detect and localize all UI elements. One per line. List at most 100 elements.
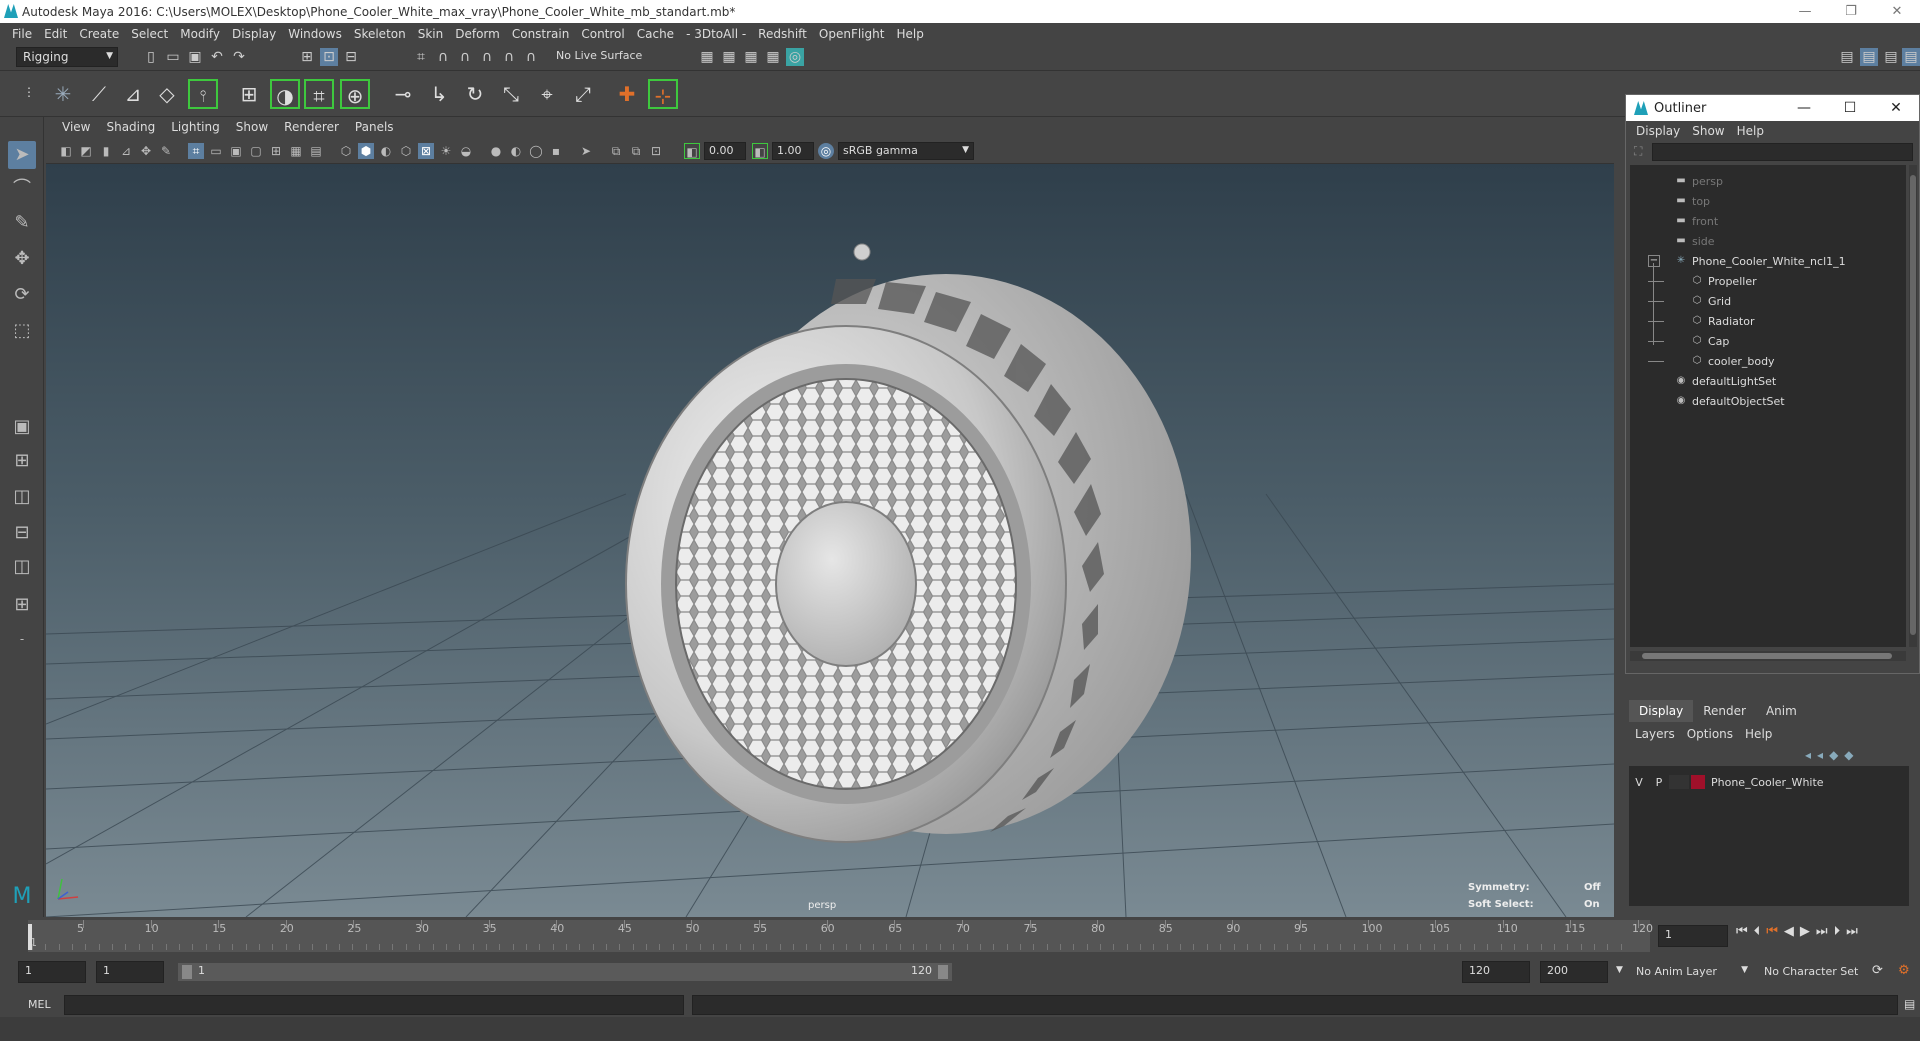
- color-management-icon[interactable]: ◎: [818, 143, 834, 159]
- restore-button[interactable]: ❐: [1828, 0, 1874, 23]
- animation-end-field[interactable]: 200: [1540, 961, 1608, 983]
- snap-grid-icon[interactable]: ⌗: [412, 48, 430, 66]
- menu-display[interactable]: Display: [226, 27, 282, 41]
- two-d-pan-icon[interactable]: ✥: [138, 143, 154, 159]
- bind-skin-icon[interactable]: ◑: [270, 79, 300, 109]
- ipr-render-icon[interactable]: ▦: [742, 48, 760, 66]
- minimize-button[interactable]: —: [1782, 0, 1828, 23]
- outliner-tree[interactable]: ▬ persp ▬ top ▬ front ▬ side − ✳ Phone_Cooler_Whit…: [1630, 165, 1906, 647]
- go-to-start-icon[interactable]: ⏮: [1736, 924, 1748, 939]
- outliner-item[interactable]: ▬ side: [1674, 231, 1714, 251]
- hypershade-layout-icon[interactable]: ◫: [8, 553, 36, 581]
- outliner-close-button[interactable]: ✕: [1873, 95, 1919, 121]
- script-editor-icon[interactable]: ▤: [1904, 997, 1915, 1011]
- mirror-joint-icon[interactable]: ⫯: [188, 79, 218, 109]
- snap-point-icon[interactable]: ∩: [456, 48, 474, 66]
- camera-attributes-icon[interactable]: ◩: [78, 143, 94, 159]
- image-plane-icon[interactable]: ⊿: [118, 143, 134, 159]
- play-forwards-icon[interactable]: ▶: [1800, 924, 1810, 939]
- close-button[interactable]: ✕: [1874, 0, 1920, 23]
- cluster-icon[interactable]: ⊕: [340, 79, 370, 109]
- outliner-minimize-button[interactable]: —: [1781, 95, 1827, 121]
- panel-menu-shading[interactable]: Shading: [98, 120, 163, 134]
- layer-color-swatch[interactable]: [1691, 775, 1705, 789]
- open-scene-icon[interactable]: ▭: [164, 48, 182, 66]
- outliner-item[interactable]: ⬡ Propeller: [1648, 271, 1757, 291]
- lasso-tool-icon[interactable]: ⌒: [8, 175, 36, 203]
- persp-graph-layout-icon[interactable]: ⊟: [8, 519, 36, 547]
- grease-pencil-icon[interactable]: ✎: [158, 143, 174, 159]
- orient-joint-icon[interactable]: ⊞: [234, 79, 264, 109]
- new-layer-icon[interactable]: ◆: [1829, 748, 1838, 762]
- outliner-menu-display[interactable]: Display: [1630, 124, 1686, 138]
- rotate-tool-icon[interactable]: ⟳: [8, 281, 36, 309]
- tool-settings-toggle-icon[interactable]: ▤: [1882, 48, 1900, 66]
- outliner-item[interactable]: − ✳ Phone_Cooler_White_ncl1_1: [1648, 251, 1846, 271]
- default-material-icon[interactable]: ◐: [378, 143, 394, 159]
- scale-tool-icon[interactable]: ⬚: [8, 317, 36, 345]
- hypershade-icon[interactable]: ◎: [786, 48, 804, 66]
- outliner-menu-show[interactable]: Show: [1686, 124, 1730, 138]
- outliner-item[interactable]: ◉ defaultObjectSet: [1674, 391, 1785, 411]
- panel-menu-view[interactable]: View: [54, 120, 98, 134]
- range-start-handle[interactable]: [182, 965, 192, 979]
- quick-rig-icon[interactable]: ⊹: [648, 79, 678, 109]
- textured-icon[interactable]: ⊠: [418, 143, 434, 159]
- play-backwards-icon[interactable]: ◀: [1784, 924, 1794, 939]
- shadows-icon[interactable]: ◒: [458, 143, 474, 159]
- outliner-item[interactable]: ⬡ Radiator: [1648, 311, 1755, 331]
- perspective-viewport[interactable]: persp Symmetry: Off Soft Select: On: [46, 164, 1614, 917]
- outliner-item[interactable]: ⬡ Cap: [1648, 331, 1729, 351]
- menu-redshift[interactable]: Redshift: [752, 27, 813, 41]
- current-frame-field[interactable]: 1: [1658, 925, 1728, 947]
- channel-box-toggle-icon[interactable]: ▤: [1902, 48, 1920, 66]
- select-hierarchy-icon[interactable]: ⊞: [298, 48, 316, 66]
- tab-anim[interactable]: Anim: [1756, 700, 1807, 722]
- safe-action-icon[interactable]: ▦: [288, 143, 304, 159]
- lattice-icon[interactable]: ⌗: [304, 79, 334, 109]
- select-camera-icon[interactable]: ◧: [58, 143, 74, 159]
- live-surface-label[interactable]: No Live Surface: [556, 49, 642, 62]
- layer-name[interactable]: Phone_Cooler_White: [1711, 776, 1824, 789]
- render-settings-icon[interactable]: ▦: [764, 48, 782, 66]
- current-time-indicator[interactable]: [28, 924, 32, 950]
- multisample-aa-icon[interactable]: ◯: [528, 143, 544, 159]
- custom-layout-icon[interactable]: ⊞: [8, 591, 36, 619]
- panel-menu-lighting[interactable]: Lighting: [163, 120, 228, 134]
- use-all-lights-icon[interactable]: ☀: [438, 143, 454, 159]
- outliner-maximize-button[interactable]: ☐: [1827, 95, 1873, 121]
- panel-menu-panels[interactable]: Panels: [347, 120, 402, 134]
- gamma-field[interactable]: 1.00: [772, 142, 814, 160]
- field-chart-icon[interactable]: ⊞: [268, 143, 284, 159]
- move-tool-icon[interactable]: ✥: [8, 245, 36, 273]
- range-slider[interactable]: 1 120: [178, 963, 952, 981]
- snap-live-icon[interactable]: ∩: [522, 48, 540, 66]
- filter-icon[interactable]: ⛶: [1634, 144, 1642, 159]
- render-current-icon[interactable]: ▦: [720, 48, 738, 66]
- select-component-icon[interactable]: ⊟: [342, 48, 360, 66]
- bookmark-icon[interactable]: ▮: [98, 143, 114, 159]
- menu-modify[interactable]: Modify: [174, 27, 226, 41]
- ik-handle-icon[interactable]: ⟋: [84, 79, 114, 109]
- menu-set-dropdown[interactable]: Rigging ▼: [16, 47, 118, 67]
- step-forward-key-icon[interactable]: ⏭: [1816, 924, 1828, 939]
- grid-toggle-icon[interactable]: ⌗: [188, 143, 204, 159]
- menu-create[interactable]: Create: [73, 27, 125, 41]
- exposure-field[interactable]: 0.00: [704, 142, 746, 160]
- outliner-item[interactable]: ⬡ Grid: [1648, 291, 1731, 311]
- attribute-editor-toggle-icon[interactable]: ▤: [1860, 48, 1878, 66]
- menu-skeleton[interactable]: Skeleton: [348, 27, 412, 41]
- menu-windows[interactable]: Windows: [282, 27, 348, 41]
- range-end-handle[interactable]: [938, 965, 948, 979]
- new-layer-selected-icon[interactable]: ◆: [1844, 748, 1853, 762]
- move-layer-up-icon[interactable]: ◂: [1805, 748, 1811, 762]
- outliner-item[interactable]: ▬ top: [1674, 191, 1710, 211]
- ik-spline-icon[interactable]: ⊿: [118, 79, 148, 109]
- go-to-end-icon[interactable]: ⏭: [1846, 924, 1858, 939]
- anim-layer-dropdown[interactable]: No Anim Layer ▼: [1630, 961, 1750, 983]
- isolate-select-icon[interactable]: ➤: [578, 143, 594, 159]
- persp-outliner-layout-icon[interactable]: ◫: [8, 483, 36, 511]
- wireframe-icon[interactable]: ⬡: [338, 143, 354, 159]
- outliner-item[interactable]: ⬡ cooler_body: [1648, 351, 1775, 371]
- screen-space-ao-icon[interactable]: ●: [488, 143, 504, 159]
